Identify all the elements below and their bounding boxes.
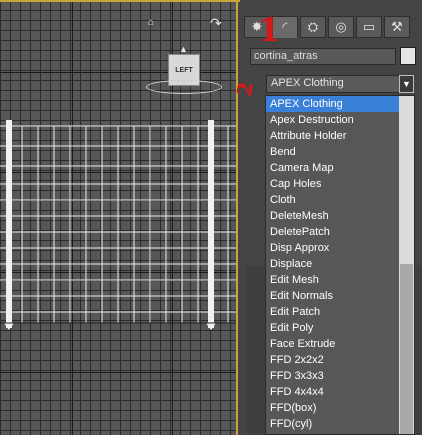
modifier-list-item[interactable]: DeletePatch [266, 224, 399, 240]
modifier-dropdown-list[interactable]: APEX Clothing Apex Destruction Attribute H… [265, 95, 415, 435]
modifier-list-item[interactable]: Cloth [266, 192, 399, 208]
modifier-list-item[interactable]: Edit Patch [266, 304, 399, 320]
modifier-list-item[interactable]: Camera Map [266, 160, 399, 176]
modifier-list-item[interactable]: FFD 2x2x2 [266, 352, 399, 368]
modifier-list-item[interactable]: FFD 3x3x3 [266, 368, 399, 384]
orbit-icon[interactable]: ↷ [210, 16, 222, 30]
utilities-tab-icon[interactable]: ⚒ [384, 16, 410, 38]
modifier-list-items: APEX Clothing Apex Destruction Attribute H… [266, 96, 399, 434]
command-panel: ✸ ◜ ⛭ ◎ ▭ ⚒ cortina_atras APEX Clothing … [240, 0, 422, 435]
modifier-list-item[interactable]: FFD(cyl) [266, 416, 399, 432]
home-icon[interactable]: ⌂ [148, 18, 156, 28]
annotation-number-one: 1 [258, 11, 281, 49]
viewcube-compass-ring[interactable] [146, 80, 222, 94]
object-color-swatch[interactable] [400, 47, 416, 65]
modifier-list-item[interactable]: Disp Approx [266, 240, 399, 256]
modifier-list-item[interactable]: Apex Destruction [266, 112, 399, 128]
modifier-list-item[interactable]: Cap Holes [266, 176, 399, 192]
modifier-list-item[interactable]: FFD(box) [266, 400, 399, 416]
modifier-list-item[interactable]: DeleteMesh [266, 208, 399, 224]
viewport-left[interactable]: ⌂ ↷ ▲ LEFT [0, 0, 238, 435]
chevron-down-icon[interactable]: ▼ [399, 75, 414, 93]
modifier-list-item[interactable]: FFD 4x4x4 [266, 384, 399, 400]
display-tab-icon[interactable]: ▭ [356, 16, 382, 38]
modifier-list-item[interactable]: Edit Mesh [266, 272, 399, 288]
modifier-list-item[interactable]: Bend [266, 144, 399, 160]
object-name-field[interactable]: cortina_atras [250, 48, 396, 65]
modifier-list-item[interactable]: APEX Clothing [266, 96, 399, 112]
curtain-mesh[interactable] [0, 118, 238, 333]
viewport-active-border [0, 0, 240, 2]
modifier-list-item[interactable]: Edit Normals [266, 288, 399, 304]
modifier-list-item[interactable]: Attribute Holder [266, 128, 399, 144]
motion-tab-icon[interactable]: ◎ [328, 16, 354, 38]
list-scrollbar[interactable] [399, 96, 414, 434]
modifier-list-item[interactable]: Displace [266, 256, 399, 272]
modifier-list-item[interactable]: Edit Poly [266, 320, 399, 336]
viewcube-up-arrow-icon[interactable]: ▲ [179, 44, 188, 54]
hierarchy-tab-icon[interactable]: ⛭ [300, 16, 326, 38]
modifier-list-select[interactable]: APEX Clothing [266, 75, 414, 93]
modifier-list-item[interactable]: Face Extrude [266, 336, 399, 352]
list-scrollbar-thumb[interactable] [400, 264, 413, 434]
